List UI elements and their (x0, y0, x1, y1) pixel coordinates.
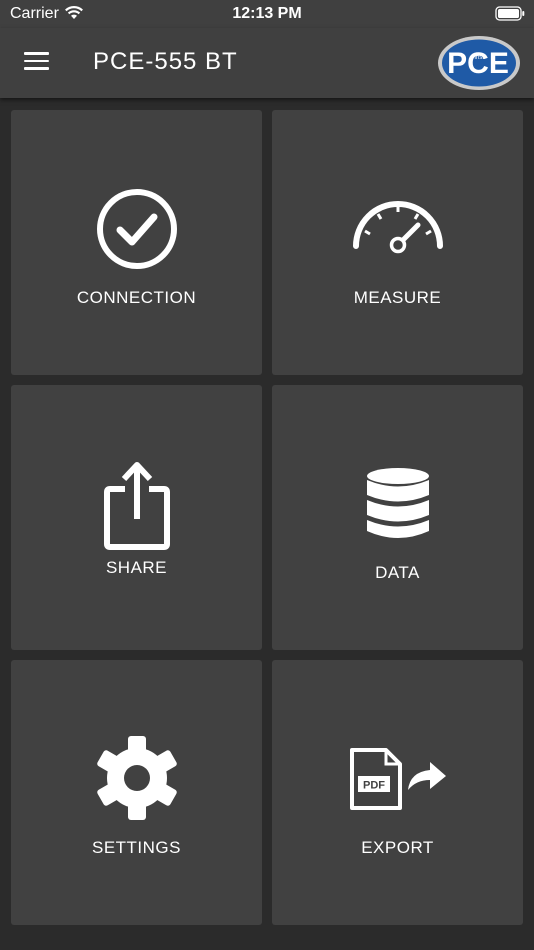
app-title: PCE-555 BT (93, 48, 238, 75)
share-tile[interactable]: SHARE (11, 385, 262, 650)
hamburger-menu-icon[interactable] (24, 52, 49, 72)
check-circle-icon (11, 188, 262, 270)
database-icon (272, 467, 523, 541)
battery-icon (495, 6, 525, 26)
connection-label: CONNECTION (76, 288, 197, 307)
measure-label: MEASURE (353, 288, 442, 307)
export-label: EXPORT (361, 838, 434, 857)
export-tile[interactable]: PDF EXPORT (272, 660, 523, 925)
measure-tile[interactable]: MEASURE (272, 110, 523, 375)
svg-text:Inst.: Inst. (474, 55, 486, 61)
pce-logo: PCE Inst. (437, 35, 521, 96)
share-label: SHARE (105, 558, 168, 577)
gauge-icon (272, 198, 523, 256)
settings-tile[interactable]: SETTINGS (11, 660, 262, 925)
gear-icon (11, 734, 262, 822)
share-icon (11, 459, 262, 551)
status-bar: Carrier 12:13 PM (0, 0, 534, 28)
data-label: DATA (375, 563, 420, 582)
data-tile[interactable]: DATA (272, 385, 523, 650)
svg-text:PCE: PCE (447, 47, 509, 80)
clock: 12:13 PM (232, 5, 302, 22)
settings-label: SETTINGS (91, 838, 181, 857)
connection-tile[interactable]: CONNECTION (11, 110, 262, 375)
pdf-export-icon: PDF (272, 746, 523, 812)
svg-text:PDF: PDF (363, 780, 385, 792)
nav-bar: PCE-555 BT PCE Inst. (0, 28, 534, 98)
